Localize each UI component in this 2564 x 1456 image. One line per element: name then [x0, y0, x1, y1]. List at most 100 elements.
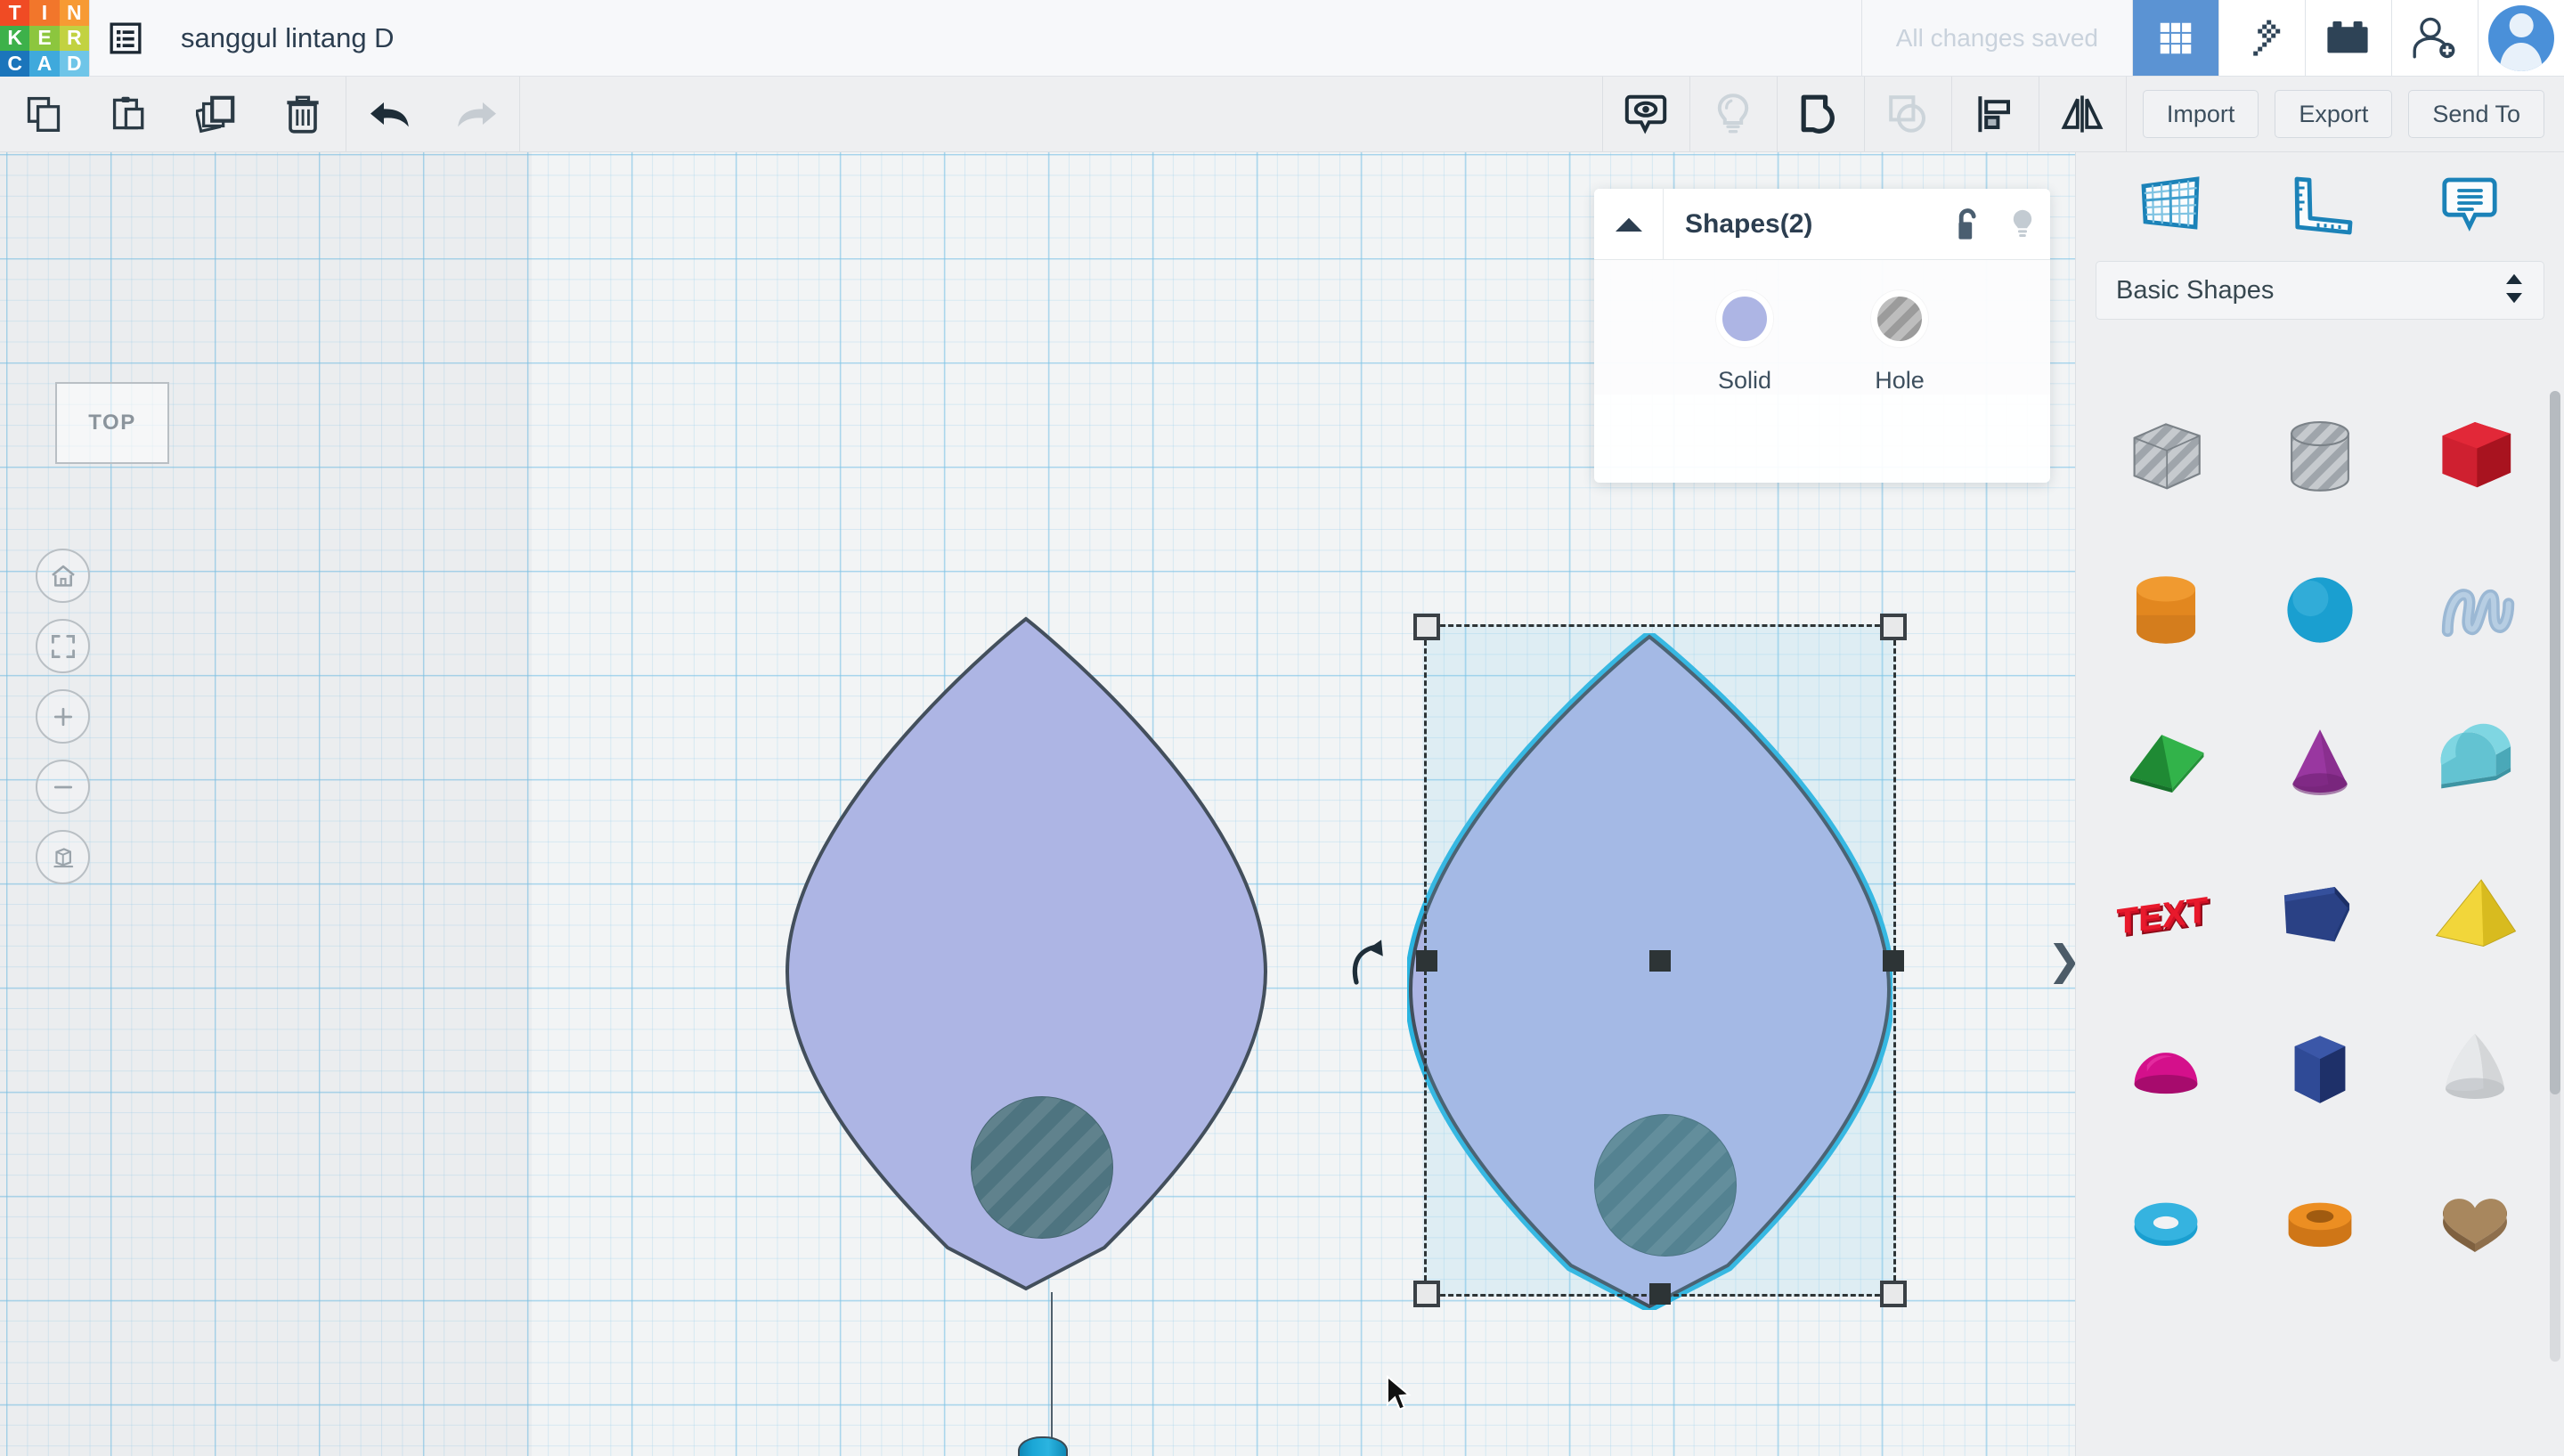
shape-torus[interactable] [2088, 1146, 2243, 1299]
view-tools [36, 549, 90, 884]
solid-swatch [1716, 290, 1773, 347]
logo-tile-t: T [0, 0, 30, 26]
shape-text[interactable]: TEXT TEXT [2088, 840, 2243, 993]
avatar[interactable] [2479, 0, 2564, 76]
logo-tile-r: R [59, 25, 89, 52]
shape-library-grid: TEXT TEXT [2076, 380, 2564, 1456]
lightbulb-icon[interactable] [1690, 77, 1777, 151]
shape-wedge[interactable] [2088, 687, 2243, 840]
trash-icon[interactable] [259, 77, 346, 151]
shape-sphere[interactable] [2243, 533, 2398, 687]
add-person-icon[interactable] [2392, 0, 2478, 76]
avatar-image [2488, 4, 2554, 71]
blocks-grid-icon[interactable] [2133, 0, 2218, 76]
duplicate-button[interactable] [173, 77, 259, 151]
plus-icon[interactable] [36, 689, 90, 744]
note-icon[interactable] [2434, 168, 2505, 240]
note-eye-icon[interactable] [1603, 77, 1689, 151]
scale-handle-bottom-left[interactable] [1413, 1281, 1440, 1307]
align-icon[interactable] [1952, 77, 2039, 151]
selection-bounding-box[interactable] [1413, 614, 1907, 1307]
scale-handle-bottom-right[interactable] [1880, 1281, 1907, 1307]
redo-arrow-icon[interactable] [433, 77, 519, 151]
workplane-icon[interactable] [2135, 168, 2206, 240]
shape-hole-box[interactable] [2088, 380, 2243, 533]
tinkercad-logo[interactable]: TIN KER CAD [0, 0, 89, 77]
sidebar-tool-row [2076, 152, 2564, 256]
hole-circle-left[interactable] [971, 1096, 1113, 1239]
ruler-icon[interactable] [2284, 168, 2356, 240]
page-title: sanggul lintang D [181, 21, 395, 53]
solid-label: Solid [1717, 367, 1772, 394]
sendto-button[interactable]: Send To [2408, 90, 2544, 138]
toolbar-text-buttons: Import Export Send To [2127, 77, 2564, 151]
sidebar-scrollbar-thumb[interactable] [2550, 391, 2560, 1094]
view-cube[interactable]: TOP [55, 382, 169, 464]
rotate-handle-icon[interactable] [1345, 936, 1393, 991]
cube-view-icon[interactable] [36, 830, 90, 884]
scale-handle-mid-right[interactable] [1883, 949, 1904, 972]
minecraft-pickaxe-icon[interactable] [2219, 0, 2305, 76]
shapes-sidebar: Basic Shapes TEXT TEXT [2075, 152, 2564, 1456]
scale-handle-top-right[interactable] [1880, 614, 1907, 640]
sidebar-scrollbar[interactable] [2550, 391, 2560, 1362]
chevron-right-icon[interactable]: ❯ [2047, 936, 2075, 984]
lightbulb-icon[interactable] [1995, 189, 2050, 259]
mirror-icon[interactable] [2039, 77, 2126, 151]
logo-tile-i: I [29, 0, 60, 26]
hole-option[interactable]: Hole [1871, 290, 1928, 395]
shape-cone[interactable] [2243, 687, 2398, 840]
shape-paraboloid[interactable] [2397, 993, 2552, 1146]
shape-tube[interactable] [2243, 1146, 2398, 1299]
panel-body: Solid Hole [1594, 260, 2050, 395]
hole-label: Hole [1875, 367, 1925, 394]
shape-polygon[interactable] [2243, 840, 2398, 993]
header-spacer [395, 0, 1861, 76]
shape-hex-prism[interactable] [2243, 993, 2398, 1146]
shape-library-dropdown[interactable]: Basic Shapes [2096, 261, 2544, 320]
unlock-icon[interactable] [1940, 189, 1995, 259]
scale-handle-mid-left[interactable] [1416, 949, 1437, 972]
move-handle-center[interactable] [1649, 949, 1671, 972]
scale-handle-top-left[interactable] [1413, 614, 1440, 640]
paste-button[interactable] [86, 77, 173, 151]
export-button[interactable]: Export [2275, 90, 2393, 138]
shape-heart[interactable] [2397, 1146, 2552, 1299]
logo-tile-e: E [29, 25, 60, 52]
lego-brick-icon[interactable] [2306, 0, 2391, 76]
hole-swatch [1871, 290, 1928, 347]
shape-roof[interactable] [2397, 687, 2552, 840]
scale-handle-bottom-center[interactable] [1649, 1283, 1671, 1305]
shape-box[interactable] [2397, 380, 2552, 533]
cylinder-shape[interactable] [1018, 1436, 1068, 1456]
hole-circle-fill [971, 1096, 1113, 1239]
logo-tile-c: C [0, 51, 30, 77]
app-header: TIN KER CAD sanggul lintang D All changes … [0, 0, 2564, 77]
shape-cylinder[interactable] [2088, 533, 2243, 687]
fit-frame-icon[interactable] [36, 619, 90, 673]
group-icon[interactable] [1778, 77, 1864, 151]
list-icon[interactable] [90, 0, 161, 76]
shape-scribble[interactable] [2397, 533, 2552, 687]
logo-tile-k: K [0, 25, 30, 52]
shape-pyramid[interactable] [2397, 840, 2552, 993]
undo-arrow-icon[interactable] [346, 77, 433, 151]
solid-option[interactable]: Solid [1716, 290, 1773, 395]
panel-header: Shapes(2) [1594, 189, 2050, 260]
import-button[interactable]: Import [2142, 90, 2259, 138]
shape-hole-cylinder[interactable] [2243, 380, 2398, 533]
copy-button[interactable] [0, 77, 86, 151]
edit-toolbar: Import Export Send To [0, 77, 2564, 152]
caret-up-icon[interactable] [1594, 189, 1664, 259]
logo-tile-d: D [59, 51, 89, 77]
ungroup-icon[interactable] [1865, 77, 1951, 151]
home-icon[interactable] [36, 549, 90, 603]
minus-icon[interactable] [36, 760, 90, 814]
shape-dome[interactable] [2088, 993, 2243, 1146]
panel-title: Shapes(2) [1685, 208, 1813, 239]
shapes-inspector-panel[interactable]: Shapes(2) Solid Hole [1594, 189, 2050, 483]
save-status-text: All changes saved [1895, 23, 2098, 52]
mouse-cursor [1386, 1374, 1412, 1417]
shape-library-value: Basic Shapes [2116, 275, 2275, 305]
